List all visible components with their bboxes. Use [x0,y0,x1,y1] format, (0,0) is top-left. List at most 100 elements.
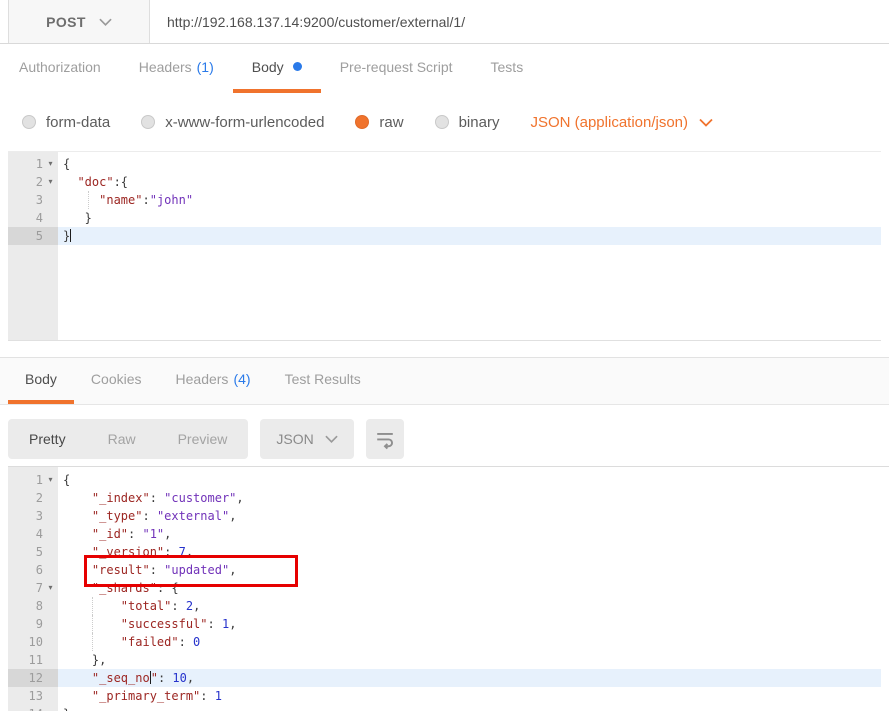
line-number: 7 [35,581,43,595]
tab-label: Headers [175,371,229,387]
radio-icon [22,115,36,129]
line-number: 3 [35,193,43,207]
method-select[interactable]: POST [8,0,150,43]
code-text[interactable]: "_shards": { [58,579,881,597]
code-line-4: 4 } [8,209,881,227]
code-text[interactable]: "doc":{ [58,173,881,191]
body-mode-option-x-www-form-urlencoded[interactable]: x-www-form-urlencoded [141,114,324,131]
code-text[interactable]: } [58,209,881,227]
line-number: 14 [29,707,43,711]
code-line-2: 2 ▾ "doc":{ [8,173,881,191]
body-mode-label: form-data [46,113,111,131]
fold-toggle-icon[interactable]: ▾ [43,471,58,489]
body-mode-label: x-www-form-urlencoded [165,113,325,131]
code-line-4: 4 "_id": "1", [8,525,881,543]
chevron-down-icon [325,435,338,443]
gutter-cell: 3 [8,507,58,525]
view-mode-preview[interactable]: Preview [157,419,249,459]
tab-label: Pre-request Script [339,58,453,75]
tab-body[interactable]: Body [232,44,321,93]
code-text[interactable]: } [58,705,881,711]
gutter-cell: 6 [8,561,58,579]
body-mode-row: form-data x-www-form-urlencoded raw binary … [0,93,889,151]
code-line-9: 9 "successful": 1, [8,615,881,633]
code-text[interactable]: "total": 2, [58,597,881,615]
tab-body[interactable]: Body [8,358,74,404]
chevron-down-icon [699,118,713,127]
code-line-11: 11 }, [8,651,881,669]
wrap-text-button[interactable] [365,419,404,459]
view-mode-pretty[interactable]: Pretty [8,419,87,459]
body-mode-option-binary[interactable]: binary [434,113,500,131]
gutter-cell: 4 [8,525,58,543]
tab-cookies[interactable]: Cookies [74,358,159,404]
line-number: 11 [28,653,43,667]
tab-label: Body [251,58,284,75]
line-number: 4 [35,211,43,225]
line-number: 1 [35,157,43,171]
tab-headers[interactable]: Headers (1) [120,44,233,93]
code-text[interactable]: { [58,471,881,489]
response-tabs: Body Cookies Headers (4) Test Results [0,357,889,405]
code-line-5: 5} [8,227,881,245]
tab-headers[interactable]: Headers (4) [159,358,268,404]
gutter-cell: 10 [8,633,58,651]
line-number: 9 [35,617,43,631]
code-text[interactable]: "_index": "customer", [58,489,881,507]
code-text[interactable]: } [58,227,881,245]
tab-tests[interactable]: Tests [472,44,543,93]
radio-icon [355,115,370,129]
tab-authorization[interactable]: Authorization [0,44,120,93]
gutter-cell: 2 [8,489,58,507]
code-line-5: 5 "_version": 7, [8,543,881,561]
tab-label: Cookies [90,371,142,387]
code-text[interactable]: "_type": "external", [58,507,881,525]
request-body-editor[interactable]: 1 ▾{2 ▾ "doc":{3 "name":"john" 4 } 5} [8,151,881,341]
code-text[interactable]: }, [58,651,881,669]
body-mode-label: binary [458,113,500,131]
content-type-select[interactable]: JSON (application/json) [530,114,713,131]
fold-toggle-icon[interactable]: ▾ [43,155,58,173]
tab-count-badge: (1) [196,58,214,75]
wrap-text-icon [376,432,393,450]
line-number: 1 [35,473,43,487]
view-mode-raw[interactable]: Raw [87,419,157,459]
code-text[interactable]: "_id": "1", [58,525,881,543]
code-line-14: 14} [8,705,881,711]
fold-toggle-icon[interactable]: ▾ [43,173,58,191]
request-url-row: POST [0,0,889,44]
code-text[interactable]: { [58,155,881,173]
fold-toggle-icon[interactable]: ▾ [43,579,58,597]
body-mode-option-form-data[interactable]: form-data [22,114,110,131]
gutter-cell: 4 [8,209,58,227]
gutter-cell: 1 ▾ [8,471,58,489]
content-type-label: JSON (application/json) [530,113,689,131]
tab-label: Test Results [284,371,361,387]
line-number: 13 [28,689,43,703]
gutter-cell: 7 ▾ [8,579,58,597]
line-number: 5 [35,229,43,243]
body-mode-label: raw [379,113,404,131]
format-select[interactable]: JSON [260,419,354,459]
url-input[interactable] [150,0,889,43]
tab-pre-request-script[interactable]: Pre-request Script [321,44,472,93]
response-body-editor[interactable]: 1 ▾{2 "_index": "customer", 3 "_type": "ex… [8,466,889,711]
code-text[interactable]: "_version": 7, [58,543,881,561]
code-text[interactable]: "_primary_term": 1 [58,687,881,705]
code-text[interactable]: "name":"john" [58,191,881,209]
code-line-3: 3 "_type": "external", [8,507,881,525]
gutter-cell: 9 [8,615,58,633]
body-mode-option-raw[interactable]: raw [355,113,404,131]
tab-count-badge: (4) [233,371,251,387]
gutter-cell: 14 [8,705,58,711]
code-text[interactable]: "successful": 1, [58,615,881,633]
tab-label: Tests [490,58,524,75]
tab-test-results[interactable]: Test Results [268,358,378,404]
code-text[interactable]: "failed": 0 [58,633,881,651]
tab-label: Authorization [19,58,101,75]
indent-guide [88,191,89,209]
gutter-cell: 3 [8,191,58,209]
gutter-cell: 1 ▾ [8,155,58,173]
code-text[interactable]: "result": "updated", [58,561,881,579]
code-text[interactable]: "_seq_no": 10, [58,669,881,687]
